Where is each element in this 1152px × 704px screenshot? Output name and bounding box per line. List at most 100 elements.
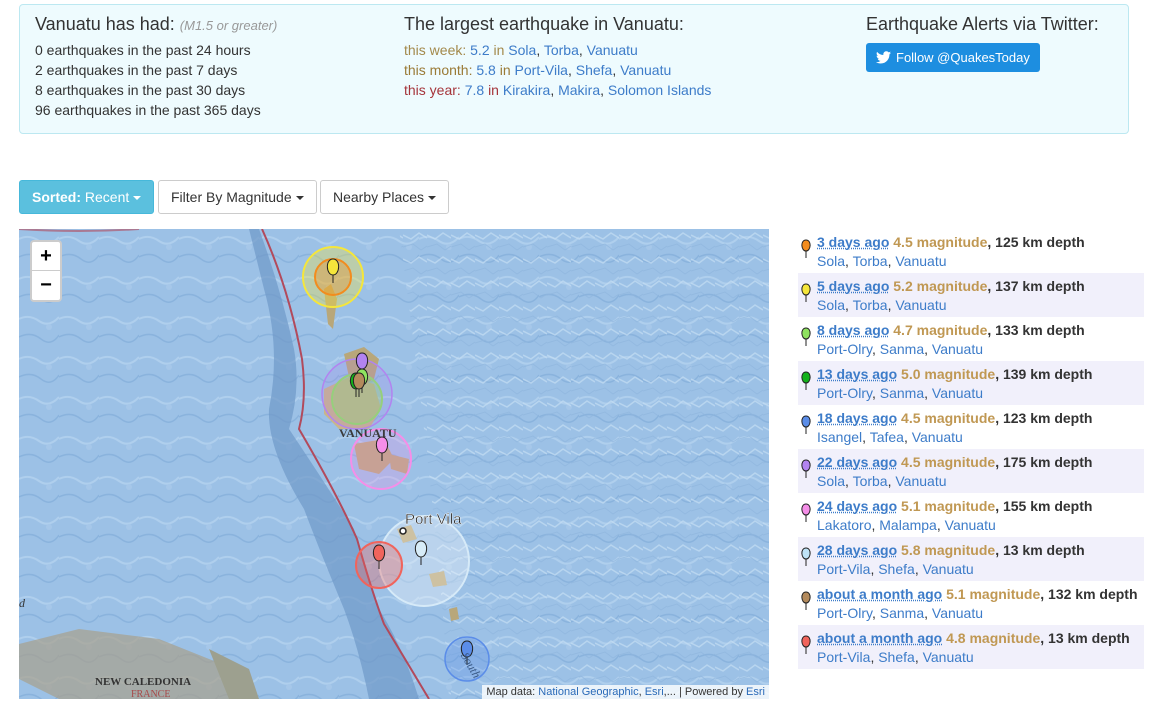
week-country-link[interactable]: Vanuatu <box>587 42 638 58</box>
map-pin-icon <box>801 591 811 610</box>
largest-title: The largest earthquake in Vanuatu: <box>404 14 684 34</box>
list-item: 22 days ago 4.5 magnitude, 175 km depth … <box>798 449 1144 493</box>
month-label: this month: <box>404 62 473 78</box>
place-link[interactable]: Port-Vila <box>817 649 870 665</box>
map-label-port-vila: Port Vila <box>405 511 462 528</box>
region-link[interactable]: Torba <box>853 297 888 313</box>
list-item: 18 days ago 4.5 magnitude, 123 km depth … <box>798 405 1144 449</box>
map-pin-icon <box>801 635 811 654</box>
filter-magnitude-button[interactable]: Filter By Magnitude <box>158 180 317 214</box>
attrib-more: ... <box>666 686 676 698</box>
earthquake-map[interactable]: VANUATU Port Vila NEW CALEDONIA FRANCE d… <box>19 229 769 699</box>
attrib-esri-link[interactable]: Esri <box>645 686 664 698</box>
quake-depth: , 133 km depth <box>987 322 1085 338</box>
year-place-link[interactable]: Kirakira <box>503 82 550 98</box>
region-link[interactable]: Sanma <box>880 341 924 357</box>
quake-time-link[interactable]: 3 days ago <box>817 234 889 250</box>
quake-time-link[interactable]: 13 days ago <box>817 366 897 382</box>
filter-label: Filter By Magnitude <box>171 189 292 205</box>
region-link[interactable]: Sanma <box>880 385 924 401</box>
map-label-d: d <box>19 596 26 610</box>
twitter-follow-button[interactable]: Follow @QuakesToday <box>866 43 1040 72</box>
year-region-link[interactable]: Makira <box>558 82 600 98</box>
place-link[interactable]: Port-Vila <box>817 561 870 577</box>
caret-down-icon <box>295 196 304 200</box>
quake-time-link[interactable]: 18 days ago <box>817 410 897 426</box>
attrib-prefix: Map data: <box>486 686 536 698</box>
region-link[interactable]: Malampa <box>879 517 937 533</box>
quake-magnitude: 5.2 magnitude <box>893 278 988 294</box>
quake-depth: , 123 km depth <box>995 410 1093 426</box>
map-canvas: VANUATU Port Vila NEW CALEDONIA FRANCE d… <box>19 229 769 699</box>
country-link[interactable]: Vanuatu <box>945 517 996 533</box>
place-link[interactable]: Lakatoro <box>817 517 871 533</box>
map-pin-icon <box>801 239 811 258</box>
count-24h: 0 earthquakes in the past 24 hours <box>35 42 251 58</box>
quake-time-link[interactable]: about a month ago <box>817 586 942 602</box>
region-link[interactable]: Torba <box>853 253 888 269</box>
attrib-powered-esri-link[interactable]: Esri <box>746 686 765 698</box>
region-link[interactable]: Torba <box>853 473 888 489</box>
sort-dropdown-button[interactable]: Sorted: Recent <box>19 180 155 214</box>
nearby-places-button[interactable]: Nearby Places <box>320 180 450 214</box>
country-link[interactable]: Vanuatu <box>932 605 983 621</box>
quake-magnitude: 4.5 magnitude <box>901 410 996 426</box>
week-place-link[interactable]: Sola <box>508 42 536 58</box>
year-magnitude: 7.8 <box>464 82 485 98</box>
country-link[interactable]: Vanuatu <box>912 429 963 445</box>
place-link[interactable]: Isangel <box>817 429 862 445</box>
region-link[interactable]: Shefa <box>878 649 915 665</box>
region-link[interactable]: Shefa <box>878 561 915 577</box>
follow-label: Follow @QuakesToday <box>896 50 1030 65</box>
place-link[interactable]: Port-Olry <box>817 605 872 621</box>
month-in: in <box>499 62 511 78</box>
place-link[interactable]: Port-Olry <box>817 385 872 401</box>
country-link[interactable]: Vanuatu <box>932 341 983 357</box>
country-link[interactable]: Vanuatu <box>923 561 974 577</box>
zoom-in-button[interactable]: + <box>32 242 60 271</box>
attrib-natgeo-link[interactable]: National Geographic <box>538 686 638 698</box>
quake-time-link[interactable]: about a month ago <box>817 630 942 646</box>
place-link[interactable]: Sola <box>817 297 845 313</box>
quake-magnitude: 5.1 magnitude <box>901 498 996 514</box>
quake-time-link[interactable]: 5 days ago <box>817 278 889 294</box>
quake-time-link[interactable]: 22 days ago <box>817 454 897 470</box>
counts-title: Vanuatu has had: <box>35 14 175 34</box>
quake-magnitude: 4.5 magnitude <box>901 454 996 470</box>
week-region-link[interactable]: Torba <box>544 42 579 58</box>
quake-time-link[interactable]: 24 days ago <box>817 498 897 514</box>
country-link[interactable]: Vanuatu <box>895 253 946 269</box>
week-label: this week: <box>404 42 467 58</box>
zoom-out-button[interactable]: − <box>32 271 60 300</box>
largest-column: The largest earthquake in Vanuatu: this … <box>404 5 711 100</box>
attrib-powered: | Powered by <box>678 686 743 698</box>
quake-time-link[interactable]: 28 days ago <box>817 542 897 558</box>
largest-month: this month: 5.8 in Port-Vila, Shefa, Van… <box>404 62 672 78</box>
year-country-link[interactable]: Solomon Islands <box>608 82 712 98</box>
month-magnitude: 5.8 <box>476 62 496 78</box>
map-pin-icon <box>801 415 811 434</box>
week-in: in <box>493 42 505 58</box>
quake-depth: , 13 km depth <box>995 542 1085 558</box>
year-in: in <box>488 82 499 98</box>
country-link[interactable]: Vanuatu <box>895 297 946 313</box>
place-link[interactable]: Port-Olry <box>817 341 872 357</box>
quake-magnitude: 4.5 magnitude <box>893 234 988 250</box>
quake-time-link[interactable]: 8 days ago <box>817 322 889 338</box>
list-item: 3 days ago 4.5 magnitude, 125 km depth S… <box>798 229 1144 273</box>
place-link[interactable]: Sola <box>817 473 845 489</box>
country-link[interactable]: Vanuatu <box>932 385 983 401</box>
region-link[interactable]: Tafea <box>870 429 904 445</box>
list-item: about a month ago 5.1 magnitude, 132 km … <box>798 581 1144 625</box>
counts-subtitle: (M1.5 or greater) <box>179 18 278 33</box>
country-link[interactable]: Vanuatu <box>895 473 946 489</box>
country-link[interactable]: Vanuatu <box>923 649 974 665</box>
month-place-link[interactable]: Port-Vila <box>515 62 568 78</box>
quake-depth: , 175 km depth <box>995 454 1093 470</box>
month-country-link[interactable]: Vanuatu <box>620 62 671 78</box>
quake-circle-22days[interactable] <box>321 358 393 430</box>
caret-down-icon <box>133 196 142 200</box>
month-region-link[interactable]: Shefa <box>576 62 613 78</box>
place-link[interactable]: Sola <box>817 253 845 269</box>
region-link[interactable]: Sanma <box>880 605 924 621</box>
